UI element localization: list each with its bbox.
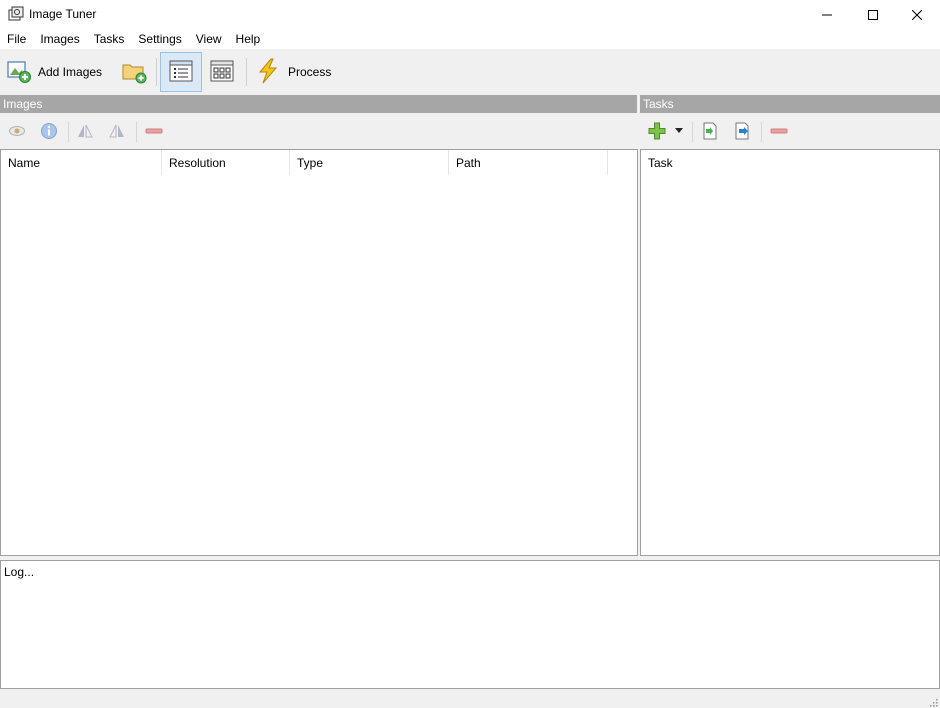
tasks-panel-header: Tasks <box>640 95 940 113</box>
toolbar-separator <box>156 58 157 86</box>
mirror-icon[interactable] <box>108 122 126 140</box>
menu-bar: File Images Tasks Settings View Help <box>0 30 940 49</box>
menu-settings[interactable]: Settings <box>131 30 188 49</box>
process-label: Process <box>288 65 332 79</box>
toolbar-separator <box>246 58 247 86</box>
grid-view-button[interactable] <box>206 53 238 91</box>
flip-icon[interactable] <box>76 122 94 140</box>
add-images-label: Add Images <box>38 65 103 79</box>
toolbar-separator <box>692 122 693 142</box>
column-header-path[interactable]: Path <box>449 150 608 175</box>
minus-icon[interactable] <box>770 122 788 140</box>
menu-images[interactable]: Images <box>33 30 86 49</box>
resize-grip-icon[interactable] <box>928 696 938 707</box>
process-button[interactable]: Process <box>254 53 331 91</box>
menu-help[interactable]: Help <box>229 30 268 49</box>
tasks-list[interactable]: Task <box>640 149 940 556</box>
main-toolbar: Add Images Process <box>0 49 940 94</box>
column-header-type[interactable]: Type <box>290 150 449 175</box>
import-icon[interactable] <box>701 122 719 140</box>
menu-file[interactable]: File <box>0 30 33 49</box>
info-icon[interactable] <box>40 122 58 140</box>
minus-icon[interactable] <box>145 122 163 140</box>
toolbar-separator <box>761 122 762 142</box>
column-header-name[interactable]: Name <box>1 150 162 175</box>
toolbar-separator <box>136 122 137 142</box>
status-bar <box>0 690 940 708</box>
add-folder-icon <box>121 58 147 87</box>
images-panel-header: Images <box>0 95 637 113</box>
log-area[interactable]: Log... <box>0 560 940 689</box>
image-tuner-icon <box>8 6 24 22</box>
lightning-icon <box>254 57 282 88</box>
window-title: Image Tuner <box>29 7 97 21</box>
eye-icon[interactable] <box>8 122 26 140</box>
close-button[interactable] <box>894 0 940 30</box>
plus-icon[interactable] <box>648 122 666 140</box>
menu-tasks[interactable]: Tasks <box>87 30 132 49</box>
minimize-button[interactable] <box>804 0 850 30</box>
column-header-resolution[interactable]: Resolution <box>162 150 290 175</box>
caret-down-icon[interactable] <box>674 122 684 140</box>
menu-view[interactable]: View <box>189 30 229 49</box>
log-placeholder: Log... <box>4 565 35 579</box>
title-bar: Image Tuner <box>0 0 940 30</box>
grid-view-icon <box>210 60 234 85</box>
images-list[interactable]: Name Resolution Type Path <box>0 149 638 556</box>
images-toolbar <box>0 114 637 149</box>
list-view-button[interactable] <box>160 52 202 92</box>
toolbar-separator <box>68 122 69 142</box>
tasks-toolbar <box>640 114 940 149</box>
maximize-button[interactable] <box>850 0 896 30</box>
list-view-icon <box>169 60 193 85</box>
add-images-button[interactable]: Add Images <box>6 53 102 91</box>
column-header-task[interactable]: Task <box>641 150 939 175</box>
export-icon[interactable] <box>733 122 751 140</box>
add-image-icon <box>6 58 32 87</box>
add-folder-button[interactable] <box>118 53 150 91</box>
